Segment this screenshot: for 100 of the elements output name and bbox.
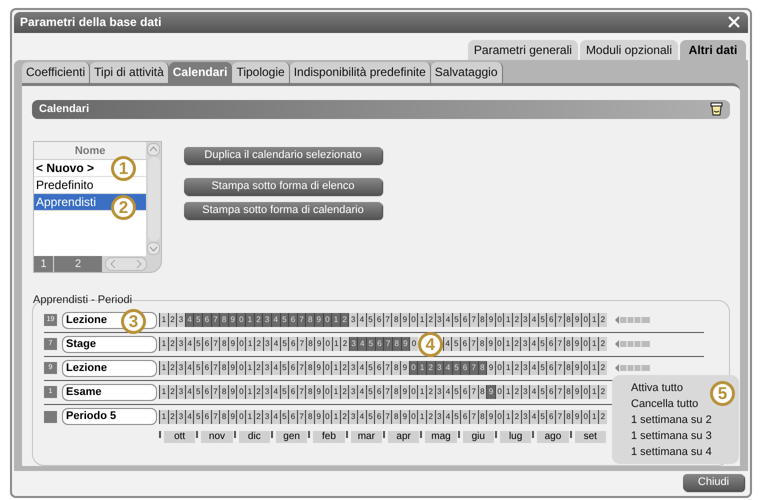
week-cell[interactable]: 9 — [400, 313, 409, 328]
week-cell[interactable]: 8 — [391, 361, 400, 376]
week-cell[interactable]: 9 — [572, 410, 581, 424]
scroll-down-button[interactable] — [147, 242, 160, 255]
week-cell[interactable]: 3 — [262, 410, 271, 424]
week-cell[interactable]: 4 — [357, 361, 366, 376]
week-cell[interactable]: 4 — [529, 313, 538, 328]
scroll-up-button[interactable] — [147, 142, 160, 156]
week-cell[interactable]: 4 — [529, 385, 538, 400]
week-cell[interactable]: 6 — [202, 410, 211, 424]
week-cell[interactable]: 6 — [288, 337, 297, 352]
week-cell[interactable]: 1 — [331, 313, 340, 328]
week-cell[interactable]: 3 — [348, 410, 358, 424]
week-cell[interactable]: 4 — [443, 361, 452, 376]
week-cell[interactable]: 9 — [486, 313, 495, 328]
week-cell[interactable]: 2 — [598, 361, 607, 376]
week-cell[interactable]: 5 — [451, 337, 460, 352]
week-cell[interactable]: 8 — [305, 410, 314, 424]
week-cell[interactable]: 1 — [331, 361, 340, 376]
week-cell[interactable]: 5 — [193, 410, 202, 424]
page-button[interactable]: 1 — [34, 256, 53, 272]
week-cell[interactable]: 5 — [193, 385, 202, 400]
week-cell[interactable]: 6 — [202, 313, 211, 328]
week-cell[interactable]: 3 — [262, 361, 271, 376]
week-cell[interactable]: 6 — [374, 385, 383, 400]
week-cell[interactable]: 8 — [219, 385, 228, 400]
week-cell[interactable]: 0 — [236, 385, 246, 400]
page-button[interactable]: 2 — [54, 256, 102, 272]
week-cell[interactable]: 4 — [357, 337, 366, 352]
week-cell[interactable]: 1 — [331, 385, 340, 400]
week-cell[interactable]: 8 — [477, 337, 486, 352]
week-cell[interactable]: 1 — [589, 361, 598, 376]
week-cell[interactable]: 4 — [529, 410, 538, 424]
menu-item[interactable]: 1 settimana su 4 — [631, 444, 712, 460]
week-cell[interactable]: 7 — [383, 337, 392, 352]
week-cell[interactable]: 6 — [374, 361, 383, 376]
week-cell[interactable]: 6 — [460, 337, 469, 352]
week-cell[interactable]: 8 — [305, 313, 314, 328]
week-cell[interactable]: 4 — [271, 337, 280, 352]
week-cell[interactable]: 8 — [219, 410, 228, 424]
week-cell[interactable]: 6 — [546, 410, 556, 424]
week-cell[interactable]: 1 — [589, 337, 598, 352]
week-cell[interactable]: 1 — [503, 410, 512, 424]
week-cell[interactable]: 6 — [288, 361, 297, 376]
week-cell[interactable]: 6 — [546, 337, 555, 352]
week-cell[interactable]: 9 — [314, 337, 323, 352]
period-name-field[interactable]: Periodo 5 — [62, 408, 157, 426]
week-cell[interactable]: 4 — [443, 313, 452, 328]
week-cell[interactable]: 8 — [219, 361, 228, 376]
week-cell[interactable]: 2 — [340, 337, 349, 352]
week-cell[interactable]: 6 — [374, 313, 383, 328]
menu-item[interactable]: Attiva tutto — [631, 380, 683, 396]
week-cell[interactable]: 0 — [409, 337, 418, 352]
week-cell[interactable]: 1 — [245, 361, 254, 376]
week-cell[interactable]: 3 — [176, 410, 185, 424]
week-cell[interactable]: 3 — [176, 337, 185, 352]
week-cell[interactable]: 9 — [400, 385, 409, 400]
week-cell[interactable]: 1 — [245, 385, 254, 400]
action-button[interactable]: Stampa sotto forma di calendario — [184, 202, 382, 219]
week-cell[interactable]: 5 — [366, 337, 375, 352]
period-name-field[interactable]: Esame — [62, 384, 157, 401]
bin-icon[interactable] — [710, 102, 723, 116]
week-cell[interactable]: 6 — [374, 410, 383, 424]
week-cell[interactable]: 6 — [460, 410, 469, 424]
week-cell[interactable]: 4 — [443, 385, 452, 400]
menu-item[interactable]: Cancella tutto — [631, 396, 698, 412]
week-cell[interactable]: 7 — [555, 385, 564, 400]
week-cell[interactable]: 6 — [202, 361, 211, 376]
week-cell[interactable]: 8 — [219, 313, 228, 328]
close-button[interactable] — [726, 14, 742, 30]
week-cell[interactable]: 4 — [529, 361, 538, 376]
tab[interactable]: Parametri generali — [468, 40, 578, 60]
tab[interactable]: Salvataggio — [430, 62, 503, 83]
week-cell[interactable]: 6 — [460, 385, 469, 400]
week-cell[interactable]: 1 — [331, 410, 340, 424]
week-cell[interactable]: 7 — [297, 337, 306, 352]
week-cell[interactable]: 1 — [503, 337, 512, 352]
week-cell[interactable]: 4 — [357, 385, 366, 400]
week-cell[interactable]: 9 — [572, 313, 581, 328]
week-cell[interactable]: 1 — [159, 337, 168, 352]
week-cell[interactable]: 4 — [357, 410, 366, 424]
week-cell[interactable]: 6 — [546, 385, 556, 400]
week-cell[interactable]: 3 — [262, 385, 271, 400]
scroll-arrow-icon[interactable] — [615, 340, 651, 348]
week-cell[interactable]: 6 — [546, 313, 556, 328]
menu-item[interactable]: 1 settimana su 3 — [631, 428, 712, 444]
week-cell[interactable]: 4 — [529, 337, 538, 352]
week-cell[interactable]: 3 — [176, 313, 185, 328]
week-cell[interactable]: 8 — [391, 410, 400, 424]
week-cell[interactable]: 7 — [555, 361, 564, 376]
week-cell[interactable]: 3 — [176, 361, 185, 376]
week-cell[interactable]: 0 — [236, 361, 246, 376]
week-cell[interactable]: 9 — [572, 361, 581, 376]
week-cell[interactable]: 0 — [236, 313, 246, 328]
scrollbar[interactable] — [146, 142, 161, 256]
week-cell[interactable]: 6 — [460, 313, 469, 328]
week-cell[interactable]: 2 — [598, 385, 607, 400]
week-cell[interactable]: 1 — [417, 410, 426, 424]
week-cell[interactable]: 1 — [503, 385, 512, 400]
week-cell[interactable]: 2 — [598, 337, 607, 352]
